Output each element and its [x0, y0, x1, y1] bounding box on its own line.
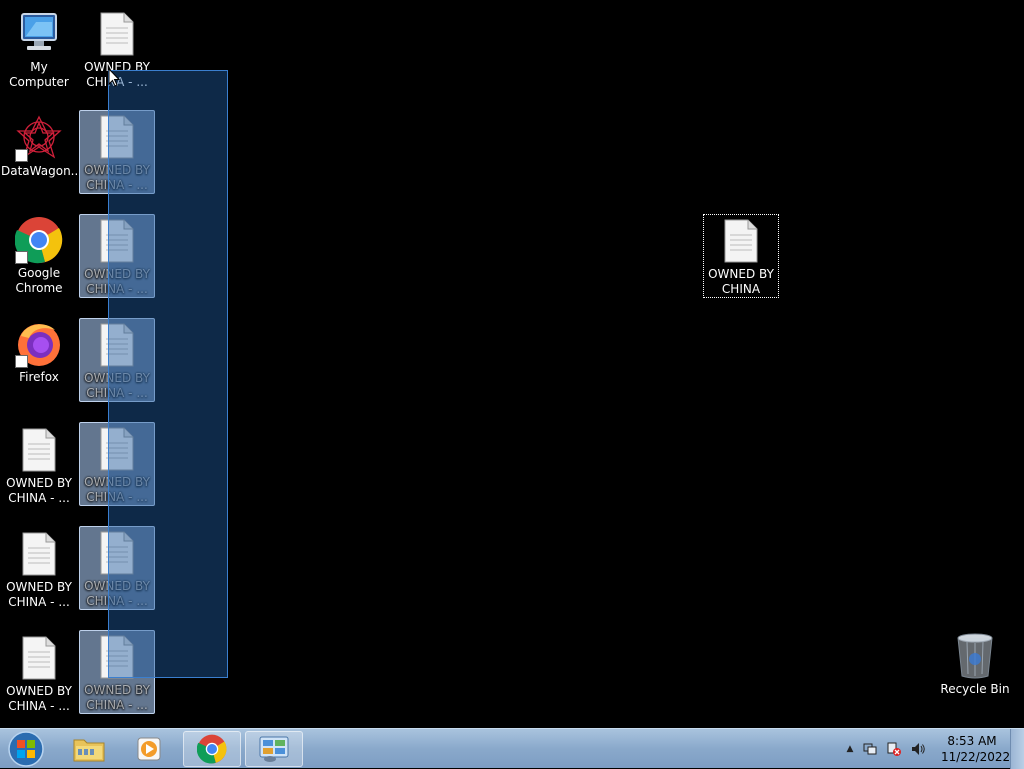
system-tray: ▲	[842, 729, 930, 769]
recycle-bin-shortcut[interactable]: Recycle Bin	[937, 630, 1013, 714]
taskbar-explorer-button[interactable]	[60, 731, 118, 767]
firefox-icon	[15, 320, 63, 368]
chrome-icon	[197, 734, 227, 764]
text-file-icon	[15, 426, 63, 474]
taskbar: ▲ 8:53 AM 11/22/2022	[0, 728, 1024, 769]
file-label: OWNED BY CHINA - ...	[84, 60, 150, 89]
taskbar-clock[interactable]: 8:53 AM 11/22/2022	[941, 733, 1011, 765]
file-label: OWNED BY CHINA - ...	[84, 267, 150, 296]
google-chrome-shortcut[interactable]: Google Chrome	[1, 214, 77, 298]
file-label: OWNED BY CHINA	[708, 267, 774, 296]
file-label: OWNED BY CHINA - ...	[84, 683, 150, 712]
text-file-icon	[15, 634, 63, 682]
text-file-icon-shortcut[interactable]: OWNED BY CHINA - ...	[79, 526, 155, 610]
taskbar-control-panel-button[interactable]	[245, 731, 303, 767]
text-file-icon-shortcut-focused[interactable]: OWNED BY CHINA	[703, 214, 779, 298]
text-file-icon	[93, 10, 141, 58]
file-label: OWNED BY CHINA - ...	[84, 579, 150, 608]
clock-time: 8:53 AM	[947, 734, 997, 748]
volume-icon[interactable]	[906, 741, 930, 757]
text-file-icon-shortcut[interactable]: OWNED BY CHINA - ...	[79, 8, 155, 92]
my-computer-label: My Computer	[9, 60, 69, 89]
text-file-icon-shortcut[interactable]: OWNED BY CHINA - ...	[1, 528, 77, 612]
action-center-icon[interactable]	[858, 741, 882, 757]
file-label: OWNED BY CHINA - ...	[84, 371, 150, 400]
text-file-icon	[93, 633, 141, 681]
network-icon[interactable]	[882, 741, 906, 757]
folder-icon	[73, 739, 105, 762]
text-file-icon-shortcut[interactable]: OWNED BY CHINA - ...	[79, 318, 155, 402]
windows-logo-icon	[8, 731, 44, 767]
file-label: OWNED BY CHINA - ...	[6, 476, 72, 505]
datawagon-icon	[15, 114, 63, 162]
show-desktop-button[interactable]	[1010, 729, 1024, 769]
control-panel-icon	[259, 736, 289, 762]
file-label: OWNED BY CHINA - ...	[84, 163, 150, 192]
datawagon-label: DataWagon...	[1, 164, 77, 178]
taskbar-chrome-button[interactable]	[183, 731, 241, 767]
text-file-icon-shortcut[interactable]: OWNED BY CHINA - ...	[79, 110, 155, 194]
text-file-icon	[93, 321, 141, 369]
google-chrome-label: Google Chrome	[15, 266, 63, 295]
firefox-shortcut[interactable]: Firefox	[1, 318, 77, 402]
media-player-icon	[137, 737, 161, 761]
text-file-icon-shortcut[interactable]: OWNED BY CHINA - ...	[1, 424, 77, 508]
shortcut-arrow-icon	[15, 355, 28, 368]
text-file-icon-shortcut[interactable]: OWNED BY CHINA - ...	[79, 214, 155, 298]
datawagon-shortcut[interactable]: DataWagon...	[1, 112, 77, 196]
text-file-icon	[93, 113, 141, 161]
start-button[interactable]	[5, 731, 47, 767]
text-file-icon	[93, 425, 141, 473]
show-hidden-icons-icon[interactable]: ▲	[842, 744, 858, 754]
file-label: OWNED BY CHINA - ...	[6, 580, 72, 609]
taskbar-media-player-button[interactable]	[121, 731, 179, 767]
text-file-icon	[717, 217, 765, 265]
my-computer-icon-shortcut[interactable]: My Computer	[1, 8, 77, 92]
text-file-icon	[93, 529, 141, 577]
recycle-bin-icon	[951, 632, 999, 680]
text-file-icon	[93, 217, 141, 265]
text-file-icon-shortcut[interactable]: OWNED BY CHINA - ...	[79, 422, 155, 506]
text-file-icon-shortcut[interactable]: OWNED BY CHINA - ...	[1, 632, 77, 716]
shortcut-arrow-icon	[15, 251, 28, 264]
text-file-icon	[15, 530, 63, 578]
file-label: OWNED BY CHINA - ...	[6, 684, 72, 713]
file-label: OWNED BY CHINA - ...	[84, 475, 150, 504]
shortcut-arrow-icon	[15, 149, 28, 162]
computer-icon	[15, 10, 63, 58]
chrome-icon	[15, 216, 63, 264]
firefox-label: Firefox	[19, 370, 59, 384]
text-file-icon-shortcut[interactable]: OWNED BY CHINA - ...	[79, 630, 155, 714]
clock-date: 11/22/2022	[941, 750, 1011, 764]
recycle-bin-label: Recycle Bin	[940, 682, 1010, 696]
